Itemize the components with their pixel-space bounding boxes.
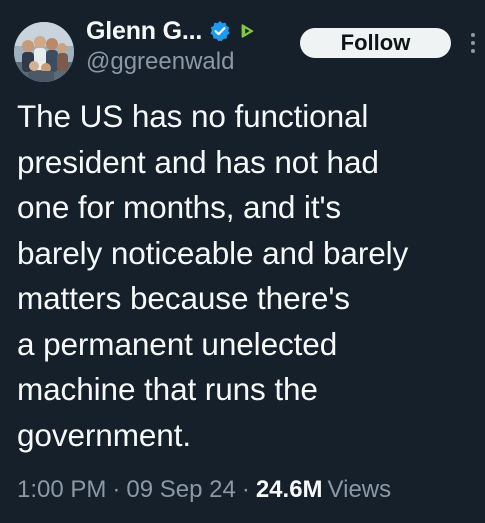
author-handle[interactable]: @ggreenwald — [86, 48, 234, 76]
views-label: Views — [327, 476, 392, 503]
tweet-meta: 1:00 PM · 09 Sep 24 · 24.6M Views — [17, 476, 391, 504]
avatar[interactable] — [14, 22, 74, 82]
tweet-text: The US has no functional president and h… — [17, 98, 409, 453]
meta-separator: · — [112, 476, 121, 503]
tweet-date[interactable]: 09 Sep 24 — [126, 476, 235, 504]
follow-button[interactable]: Follow — [300, 28, 451, 58]
meta-separator: · — [241, 476, 250, 503]
verified-badge-icon — [209, 20, 231, 42]
views-count[interactable]: 24.6M — [256, 476, 323, 504]
author-name-row: Glenn G... — [86, 13, 258, 49]
author-display-name[interactable]: Glenn G... — [86, 17, 202, 46]
rumble-affiliate-icon — [237, 21, 258, 41]
tweet-card: Glenn G... @ggreenwald Follow The US has… — [0, 0, 485, 523]
more-options-icon[interactable] — [467, 30, 479, 56]
tweet-time[interactable]: 1:00 PM — [17, 476, 106, 504]
